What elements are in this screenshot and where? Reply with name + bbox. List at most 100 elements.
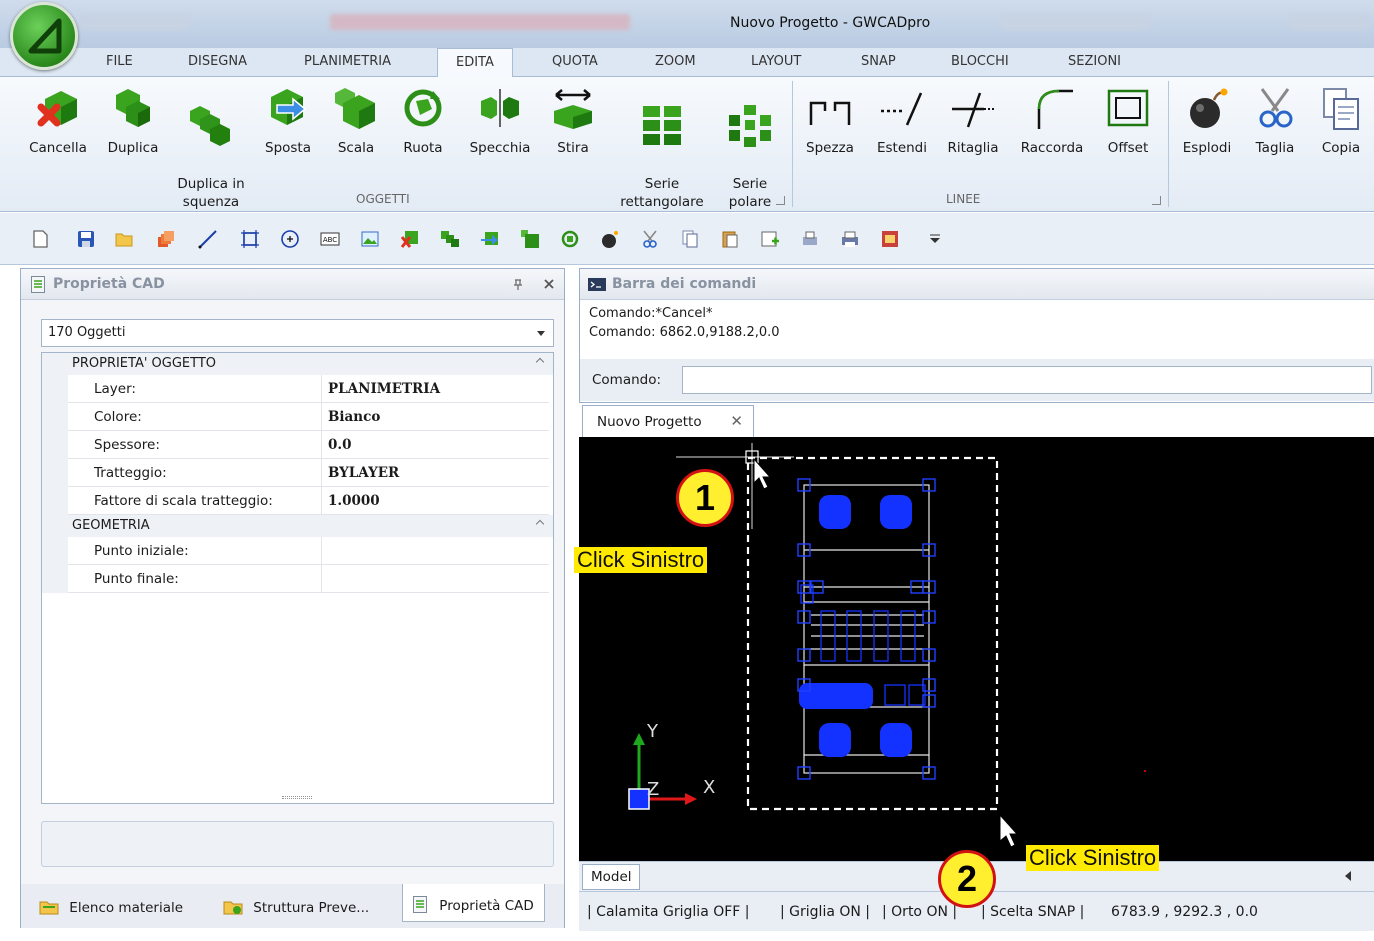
bomb-icon xyxy=(1190,88,1228,128)
oggetti-launcher-icon[interactable] xyxy=(776,196,785,205)
serie-polare-button[interactable]: Serie polare xyxy=(720,85,780,211)
tab-disegna[interactable]: DISEGNA xyxy=(188,54,247,69)
close-icon[interactable]: ✕ xyxy=(730,412,743,430)
ruota-button[interactable]: Ruota xyxy=(394,85,452,157)
group-linee-label: LINEE xyxy=(946,192,981,206)
open-folder-icon[interactable] xyxy=(114,229,134,249)
layers-icon[interactable] xyxy=(156,229,176,249)
stira-button[interactable]: Stira xyxy=(546,85,600,157)
estendi-button[interactable]: Estendi xyxy=(870,85,934,157)
insert-block-icon[interactable] xyxy=(760,229,780,249)
cancel-object-small-icon[interactable] xyxy=(400,229,420,249)
property-row-colore[interactable]: Colore: Bianco xyxy=(68,403,549,431)
spezza-button[interactable]: Spezza xyxy=(800,85,860,157)
bomb-small-icon[interactable] xyxy=(600,229,620,249)
save-icon[interactable] xyxy=(76,229,96,249)
property-row-punto-finale[interactable]: Punto finale: xyxy=(68,565,549,593)
copy-small-icon[interactable] xyxy=(680,229,700,249)
scissors-small-icon[interactable] xyxy=(640,229,660,249)
close-icon[interactable] xyxy=(543,278,555,290)
rectangle-icon[interactable] xyxy=(240,229,260,249)
property-grid: PROPRIETA' OGGETTO Layer: PLANIMETRIA Col… xyxy=(41,352,554,804)
tab-label: Struttura Preve... xyxy=(253,900,370,916)
status-griglia[interactable]: | Griglia ON | xyxy=(780,904,870,920)
tab-zoom[interactable]: ZOOM xyxy=(655,54,696,69)
ritaglia-button[interactable]: Ritaglia xyxy=(942,85,1004,157)
tab-struttura-preventivo[interactable]: Struttura Preve... xyxy=(213,894,379,922)
material-list-icon xyxy=(39,901,59,915)
cancella-button[interactable]: Cancella xyxy=(24,85,92,157)
circle-icon[interactable] xyxy=(280,229,300,249)
scale-icon xyxy=(335,88,375,129)
rotate-small-icon[interactable] xyxy=(560,229,580,249)
rect-array-icon xyxy=(643,106,681,145)
scale-small-icon[interactable] xyxy=(520,229,540,249)
property-row-layer[interactable]: Layer: PLANIMETRIA xyxy=(68,375,549,403)
tab-edita[interactable]: EDITA xyxy=(437,48,513,78)
property-row-tratteggio[interactable]: Tratteggio: BYLAYER xyxy=(68,459,549,487)
sposta-button[interactable]: Sposta xyxy=(258,85,318,157)
tab-file[interactable]: FILE xyxy=(106,54,133,69)
raccorda-button[interactable]: Raccorda xyxy=(1014,85,1090,157)
property-row-fattore-scala[interactable]: Fattore di scala tratteggio: 1.0000 xyxy=(68,487,549,515)
object-selection-dropdown[interactable]: 170 Oggetti xyxy=(41,319,554,347)
command-input[interactable] xyxy=(682,366,1372,394)
print-icon[interactable] xyxy=(840,229,860,249)
step-1-callout: Click Sinistro xyxy=(574,547,708,573)
mouse-cursor-icon xyxy=(753,457,772,490)
tab-layout[interactable]: LAYOUT xyxy=(751,54,801,69)
resize-grip[interactable] xyxy=(282,796,312,799)
rotate-icon xyxy=(404,89,442,127)
duplica-in-sequenza-button[interactable]: Duplica in squenza xyxy=(172,85,250,211)
move-small-icon[interactable] xyxy=(480,229,500,249)
offset-button[interactable]: Offset xyxy=(1100,85,1156,157)
status-calamita-griglia[interactable]: | Calamita Griglia OFF | xyxy=(587,904,750,920)
cad-properties-panel: Proprietà CAD 170 Oggetti PROPRIETA' OGG… xyxy=(20,268,565,928)
app-logo-button[interactable] xyxy=(10,2,78,70)
tab-blocchi[interactable]: BLOCCHI xyxy=(951,54,1009,69)
tab-snap[interactable]: SNAP xyxy=(861,54,896,69)
taglia-label: Taglia xyxy=(1255,140,1295,156)
linee-launcher-icon[interactable] xyxy=(1152,196,1161,205)
property-key: Colore: xyxy=(94,409,142,425)
duplica-label: Duplica xyxy=(107,140,159,156)
property-value: 0.0 xyxy=(328,437,352,453)
tab-elenco-materiale[interactable]: Elenco materiale xyxy=(29,894,193,922)
duplica-button[interactable]: Duplica xyxy=(102,85,164,157)
trim-icon xyxy=(952,92,994,128)
esplodi-button[interactable]: Esplodi xyxy=(1176,85,1238,157)
paste-icon[interactable] xyxy=(720,229,740,249)
status-orto[interactable]: | Orto ON | xyxy=(882,904,957,920)
property-row-punto-iniziale[interactable]: Punto iniziale: xyxy=(68,537,549,565)
property-row-spessore[interactable]: Spessore: 0.0 xyxy=(68,431,549,459)
tab-planimetria[interactable]: PLANIMETRIA xyxy=(304,54,391,69)
document-tab[interactable]: Nuovo Progetto ✕ xyxy=(582,405,754,438)
tab-proprieta-cad[interactable]: Proprietà CAD xyxy=(402,884,545,922)
new-file-icon[interactable] xyxy=(30,229,50,249)
copia-button[interactable]: Copia xyxy=(1312,85,1370,157)
polar-array-icon xyxy=(729,105,771,147)
text-icon[interactable]: ABC xyxy=(320,229,340,249)
print-preview-icon[interactable] xyxy=(800,229,820,249)
category-geometria[interactable]: GEOMETRIA xyxy=(42,515,553,537)
estendi-label: Estendi xyxy=(876,140,928,156)
model-tab[interactable]: Model xyxy=(582,864,640,890)
serie-rettangolare-button[interactable]: Serie rettangolare xyxy=(612,85,712,211)
category-proprieta-oggetto[interactable]: PROPRIETA' OGGETTO xyxy=(42,353,553,375)
taglia-button[interactable]: Taglia xyxy=(1246,85,1304,157)
properties-icon xyxy=(413,896,427,913)
image-icon[interactable] xyxy=(360,229,380,249)
specchia-button[interactable]: Specchia xyxy=(464,85,536,157)
tab-quota[interactable]: QUOTA xyxy=(552,54,598,69)
scroll-left-icon[interactable] xyxy=(1344,871,1352,881)
axis-x-label: X xyxy=(703,777,715,798)
customize-toolbar-dropdown-icon[interactable] xyxy=(925,229,945,249)
gwcadpro-window: Nuovo Progetto - GWCADpro FILE DISEGNA P… xyxy=(0,0,1374,941)
line-icon[interactable] xyxy=(198,229,218,249)
report-icon[interactable] xyxy=(880,229,900,249)
pin-icon[interactable] xyxy=(513,279,523,291)
tab-sezioni[interactable]: SEZIONI xyxy=(1068,54,1121,69)
status-scelta-snap[interactable]: | Scelta SNAP | xyxy=(981,904,1084,920)
duplicate-sequence-small-icon[interactable] xyxy=(440,229,460,249)
scala-button[interactable]: Scala xyxy=(330,85,382,157)
